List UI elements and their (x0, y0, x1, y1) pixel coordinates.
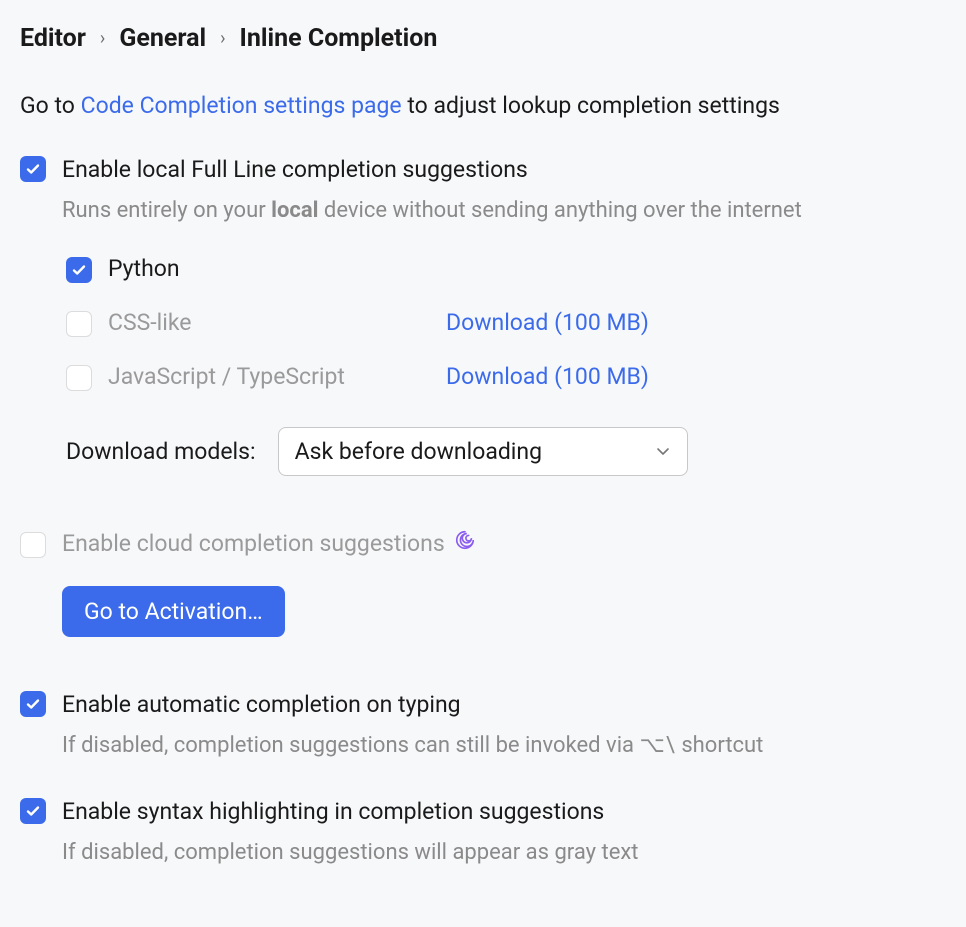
chevron-right-icon: › (100, 28, 105, 49)
language-row-python: Python (66, 255, 946, 283)
breadcrumb-general[interactable]: General (119, 24, 206, 53)
full-line-helper: Runs entirely on your local device witho… (62, 194, 946, 227)
helper-bold: local (271, 198, 318, 223)
chevron-right-icon: › (220, 28, 225, 49)
language-row-jsts: JavaScript / TypeScript Download (100 MB… (66, 363, 946, 391)
languages-group: Python CSS-like Download (100 MB) JavaSc… (66, 255, 946, 476)
code-completion-settings-link[interactable]: Code Completion settings page (81, 92, 402, 119)
intro-prefix: Go to (20, 92, 81, 119)
syntax-highlighting-checkbox[interactable] (20, 798, 46, 824)
intro-text: Go to Code Completion settings page to a… (20, 89, 946, 124)
syntax-highlighting-helper: If disabled, completion suggestions will… (62, 836, 946, 869)
download-models-row: Download models: Ask before downloading (66, 427, 946, 476)
intro-suffix: to adjust lookup completion settings (402, 92, 780, 119)
helper-pre: Runs entirely on your (62, 198, 271, 223)
auto-helper-pre: If disabled, completion suggestions can … (62, 733, 639, 758)
cloud-label: Enable cloud completion suggestions (62, 528, 476, 560)
enable-full-line-label: Enable local Full Line completion sugges… (62, 154, 528, 186)
jsts-download-link[interactable]: Download (100 MB) (446, 363, 649, 390)
syntax-highlighting-section: Enable syntax highlighting in completion… (20, 796, 946, 869)
swirl-icon (454, 529, 476, 551)
helper-post: device without sending anything over the… (318, 198, 801, 223)
cloud-label-text: Enable cloud completion suggestions (62, 530, 445, 557)
download-models-value: Ask before downloading (295, 438, 542, 465)
python-label: Python (108, 255, 180, 282)
css-label: CSS-like (108, 309, 191, 336)
jsts-label: JavaScript / TypeScript (108, 363, 345, 390)
css-download-link[interactable]: Download (100 MB) (446, 309, 649, 336)
css-checkbox (66, 311, 92, 337)
shortcut-text: ⌥\ (639, 733, 675, 758)
full-line-section: Enable local Full Line completion sugges… (20, 154, 946, 476)
language-row-css: CSS-like Download (100 MB) (66, 309, 946, 337)
auto-helper-post: shortcut (676, 733, 764, 758)
cloud-checkbox (20, 532, 46, 558)
go-to-activation-button[interactable]: Go to Activation… (62, 586, 285, 637)
jsts-checkbox (66, 365, 92, 391)
syntax-highlighting-label: Enable syntax highlighting in completion… (62, 796, 604, 828)
python-checkbox[interactable] (66, 257, 92, 283)
breadcrumb: Editor › General › Inline Completion (20, 24, 946, 53)
download-models-label: Download models: (66, 438, 256, 465)
download-models-select[interactable]: Ask before downloading (278, 427, 688, 476)
auto-completion-helper: If disabled, completion suggestions can … (62, 729, 946, 762)
auto-completion-section: Enable automatic completion on typing If… (20, 689, 946, 762)
breadcrumb-inline-completion: Inline Completion (240, 24, 438, 53)
chevron-down-icon (655, 438, 671, 465)
cloud-section: Enable cloud completion suggestions Go t… (20, 528, 946, 637)
breadcrumb-editor[interactable]: Editor (20, 24, 86, 53)
auto-completion-label: Enable automatic completion on typing (62, 689, 461, 721)
enable-full-line-checkbox[interactable] (20, 156, 46, 182)
auto-completion-checkbox[interactable] (20, 691, 46, 717)
